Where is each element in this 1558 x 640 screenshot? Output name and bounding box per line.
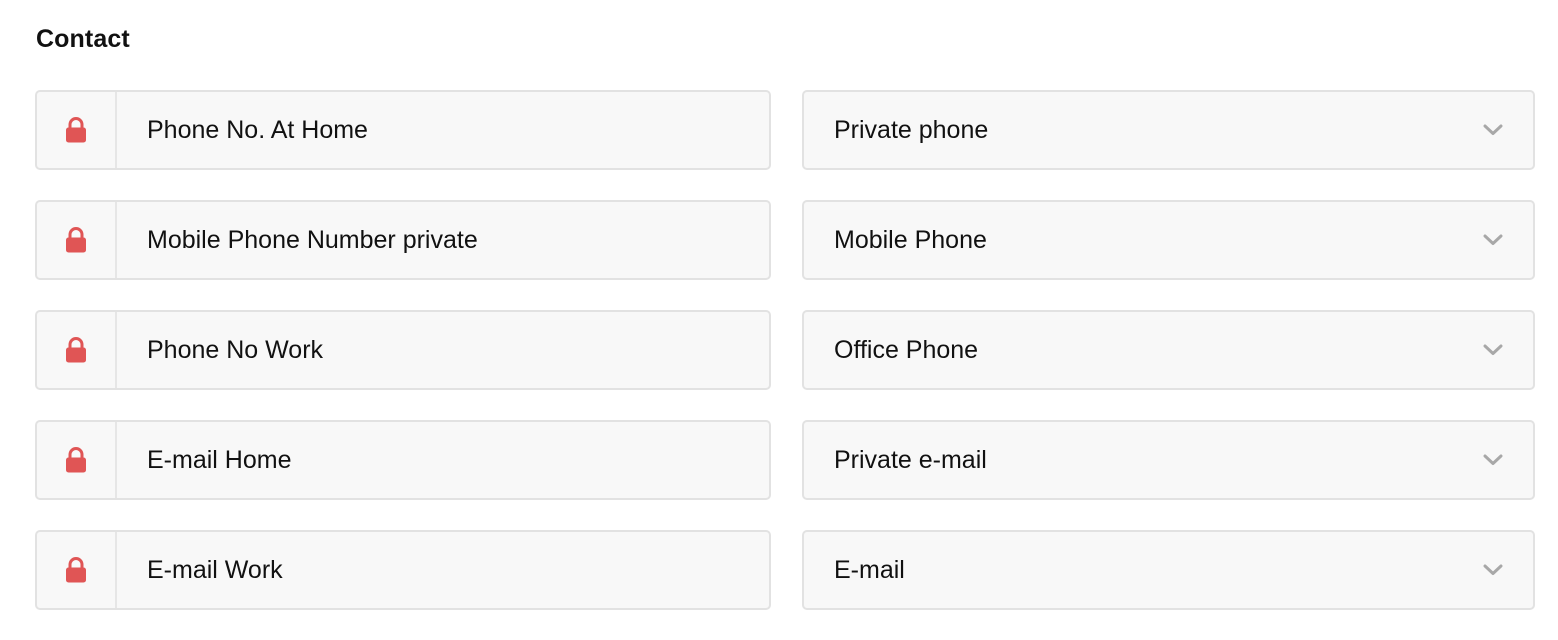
lock-icon: [37, 202, 117, 278]
lock-icon: [37, 422, 117, 498]
select-value: Private phone: [834, 115, 989, 144]
locked-field: Phone No Work: [35, 310, 771, 390]
mapping-row: E-mail Work E-mail: [35, 530, 1535, 610]
locked-field: Mobile Phone Number private: [35, 200, 771, 280]
mapping-row: Mobile Phone Number private Mobile Phone: [35, 200, 1535, 280]
mapping-row: Phone No. At Home Private phone: [35, 90, 1535, 170]
chevron-down-icon: [1483, 344, 1503, 356]
lock-icon: [37, 532, 117, 608]
mapping-select[interactable]: Office Phone: [802, 310, 1535, 390]
locked-field: E-mail Work: [35, 530, 771, 610]
mapping-select[interactable]: Private e-mail: [802, 420, 1535, 500]
select-value: Private e-mail: [834, 445, 987, 474]
select-value: Mobile Phone: [834, 225, 987, 254]
mapping-row: Phone No Work Office Phone: [35, 310, 1535, 390]
mapping-row: E-mail Home Private e-mail: [35, 420, 1535, 500]
mapping-select[interactable]: Private phone: [802, 90, 1535, 170]
field-label: Phone No Work: [147, 335, 324, 364]
lock-icon: [37, 312, 117, 388]
field-label: E-mail Work: [147, 555, 283, 584]
chevron-down-icon: [1483, 564, 1503, 576]
field-label: Mobile Phone Number private: [147, 225, 478, 254]
select-value: Office Phone: [834, 335, 979, 364]
chevron-down-icon: [1483, 124, 1503, 136]
section-title: Contact: [36, 25, 130, 53]
locked-field: Phone No. At Home: [35, 90, 771, 170]
contact-field-mappings: Phone No. At Home Private phone Mobile P…: [35, 90, 1535, 640]
mapping-select[interactable]: Mobile Phone: [802, 200, 1535, 280]
locked-field: E-mail Home: [35, 420, 771, 500]
lock-icon: [37, 92, 117, 168]
select-value: E-mail: [834, 555, 905, 584]
chevron-down-icon: [1483, 454, 1503, 466]
field-label: E-mail Home: [147, 445, 292, 474]
chevron-down-icon: [1483, 234, 1503, 246]
field-label: Phone No. At Home: [147, 115, 368, 144]
mapping-select[interactable]: E-mail: [802, 530, 1535, 610]
